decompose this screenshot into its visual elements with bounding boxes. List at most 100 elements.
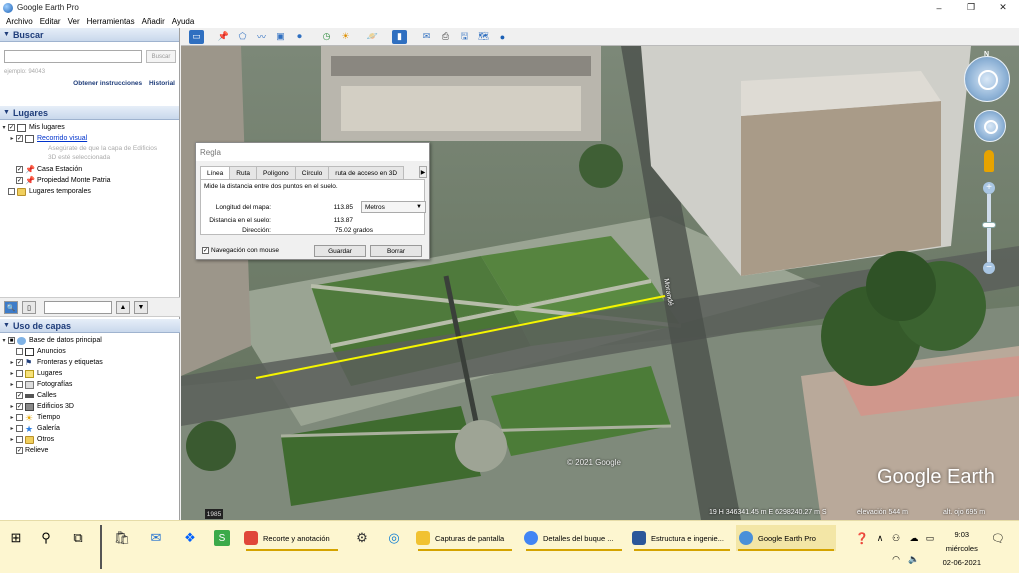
expand-icon[interactable]: ▸ — [8, 370, 16, 377]
menu-editar[interactable]: Editar — [40, 17, 61, 26]
checkbox[interactable]: ✓ — [16, 359, 23, 366]
map-3d-view[interactable]: Morandé © 2021 Google Google Earth 1985 … — [181, 46, 1019, 520]
zoom-slider[interactable]: + − — [982, 182, 996, 274]
search-button[interactable]: Buscar — [146, 50, 176, 63]
taskbar-app-word[interactable]: Estructura e ingenie... — [632, 525, 732, 551]
aerial-scene[interactable] — [181, 46, 1019, 520]
mail-icon[interactable]: ✉ — [148, 530, 164, 546]
tree-item-casa-estacion[interactable]: ✓ 📌 Casa Estación — [0, 164, 180, 175]
menu-ayuda[interactable]: Ayuda — [172, 17, 195, 26]
layer-other[interactable]: ▸ Otros — [0, 434, 180, 445]
layer-roads[interactable]: ✓ Calles — [0, 390, 180, 401]
layer-primary-database[interactable]: ▾ ■ Base de datos principal — [0, 335, 180, 346]
expand-icon[interactable]: ▸ — [8, 414, 16, 421]
checkbox[interactable] — [16, 414, 23, 421]
checkbox[interactable] — [16, 348, 23, 355]
app-icon[interactable]: S — [214, 530, 230, 546]
cloud-icon[interactable]: ☁ — [906, 530, 922, 546]
layer-ads[interactable]: Anuncios — [0, 346, 180, 357]
checkbox[interactable]: ✓ — [16, 447, 23, 454]
search-places-icon[interactable]: 🔍 — [4, 301, 18, 314]
tab-polygon[interactable]: Polígono — [256, 166, 296, 179]
history-link[interactable]: Historial — [149, 80, 175, 87]
street-view-pegman-icon[interactable] — [984, 150, 994, 172]
expand-icon[interactable]: ▸ — [8, 403, 16, 410]
layers-header[interactable]: ▼ Uso de capas — [0, 319, 180, 333]
expand-icon[interactable]: ▾ — [0, 337, 8, 344]
edge-browser-icon[interactable]: ◎ — [386, 530, 402, 546]
tab-path[interactable]: Ruta — [229, 166, 258, 179]
expand-icon[interactable]: ▸ — [8, 425, 16, 432]
layer-gallery[interactable]: ▸ ★ Galería — [0, 423, 180, 434]
layer-borders[interactable]: ▸ ✓ ⚑ Fronteras y etiquetas — [0, 357, 180, 368]
move-down-icon[interactable]: ▼ — [134, 301, 148, 314]
volume-icon[interactable]: 🔈 — [906, 551, 922, 567]
store-icon[interactable]: 🛍 — [114, 530, 131, 546]
tree-item-tour[interactable]: ▸ ✓ Recorrido visual — [0, 133, 180, 144]
search-header[interactable]: ▼ Buscar — [0, 28, 179, 42]
planets-icon[interactable]: 🪐 — [365, 30, 380, 44]
places-filter-input[interactable] — [44, 301, 112, 314]
checkbox[interactable]: ✓ — [16, 135, 23, 142]
layer-3d-buildings[interactable]: ▸ ✓ Edificios 3D — [0, 401, 180, 412]
dropbox-icon[interactable]: ❖ — [182, 530, 198, 546]
polygon-icon[interactable]: ⬠ — [235, 30, 250, 44]
print-icon[interactable]: ⎙ — [438, 30, 453, 44]
taskbar-app-google-earth[interactable]: Google Earth Pro — [736, 525, 836, 551]
save-button[interactable]: Guardar — [314, 245, 366, 257]
expand-icon[interactable]: ▾ — [0, 124, 8, 131]
checkbox[interactable] — [16, 370, 23, 377]
tab-circle[interactable]: Círculo — [294, 166, 330, 179]
expand-icon[interactable]: ▸ — [8, 436, 16, 443]
image-overlay-icon[interactable]: ▣ — [273, 30, 288, 44]
unit-select[interactable]: Metros ▼ — [361, 201, 426, 213]
layer-places[interactable]: ▸ Lugares — [0, 368, 180, 379]
menu-archivo[interactable]: Archivo — [6, 17, 33, 26]
clock[interactable]: 9:03 miércoles 02-06-2021 — [943, 528, 981, 570]
checkbox[interactable]: ✓ — [16, 392, 23, 399]
move-up-icon[interactable]: ▲ — [116, 301, 130, 314]
checkbox[interactable]: ■ — [8, 337, 15, 344]
zoom-in-icon[interactable]: + — [983, 182, 995, 194]
earth-icon[interactable]: ● — [495, 30, 510, 44]
notifications-icon[interactable]: 🗨 — [990, 530, 1006, 546]
places-header[interactable]: ▼ Lugares — [0, 106, 179, 120]
tree-item-monte-patria[interactable]: ✓ 📌 Propiedad Monte Patria — [0, 175, 180, 186]
battery-icon[interactable]: ▭ — [922, 530, 938, 546]
checkbox[interactable]: ✓ — [16, 403, 23, 410]
sun-icon[interactable]: ☀ — [338, 30, 353, 44]
tree-item-my-places[interactable]: ▾ ✓ Mis lugares — [0, 122, 180, 133]
historical-imagery-icon[interactable]: ◷ — [319, 30, 334, 44]
taskbar-app-screenshots[interactable]: Capturas de pantalla — [416, 525, 514, 551]
settings-gear-icon[interactable]: ⚙ — [354, 530, 370, 546]
mouse-navigation-checkbox[interactable]: ✓ — [202, 247, 209, 254]
tray-icons[interactable]: ⚇ — [888, 530, 904, 546]
layer-terrain[interactable]: ✓ Relieve — [0, 445, 180, 456]
search-icon[interactable]: ⚲ — [38, 530, 54, 546]
expand-icon[interactable]: ▸ — [8, 381, 16, 388]
minimize-button[interactable]: – — [923, 0, 955, 15]
move-joystick[interactable] — [974, 110, 1006, 142]
windows-start-icon[interactable]: ⊞ — [8, 530, 24, 546]
collapse-triangle-icon[interactable]: ▼ — [3, 109, 10, 116]
expand-icon[interactable]: ▸ — [8, 359, 16, 366]
tab-3d-path[interactable]: ruta de acceso en 3D — [328, 166, 405, 179]
search-input[interactable] — [4, 50, 142, 63]
checkbox[interactable] — [8, 188, 15, 195]
collapse-triangle-icon[interactable]: ▼ — [3, 31, 10, 38]
tab-line[interactable]: Línea — [200, 166, 231, 180]
sidebar-toggle-icon[interactable]: ▭ — [189, 29, 204, 44]
checkbox[interactable] — [16, 381, 23, 388]
save-image-icon[interactable]: 🖫 — [457, 30, 472, 44]
wifi-icon[interactable]: ◠ — [888, 551, 904, 567]
collapse-triangle-icon[interactable]: ▼ — [3, 322, 10, 329]
taskbar-app-chrome[interactable]: Detalles del buque ... — [524, 525, 624, 551]
directions-link[interactable]: Obtener instrucciones — [73, 80, 142, 87]
mouse-navigation-option[interactable]: ✓ Navegación con mouse — [202, 247, 279, 254]
task-view-icon[interactable]: ⧉ — [70, 530, 86, 546]
zoom-track[interactable] — [987, 194, 991, 262]
checkbox[interactable]: ✓ — [16, 177, 23, 184]
expand-icon[interactable]: ▸ — [8, 135, 16, 142]
checkbox[interactable]: ✓ — [8, 124, 15, 131]
menu-anadir[interactable]: Añadir — [142, 17, 165, 26]
